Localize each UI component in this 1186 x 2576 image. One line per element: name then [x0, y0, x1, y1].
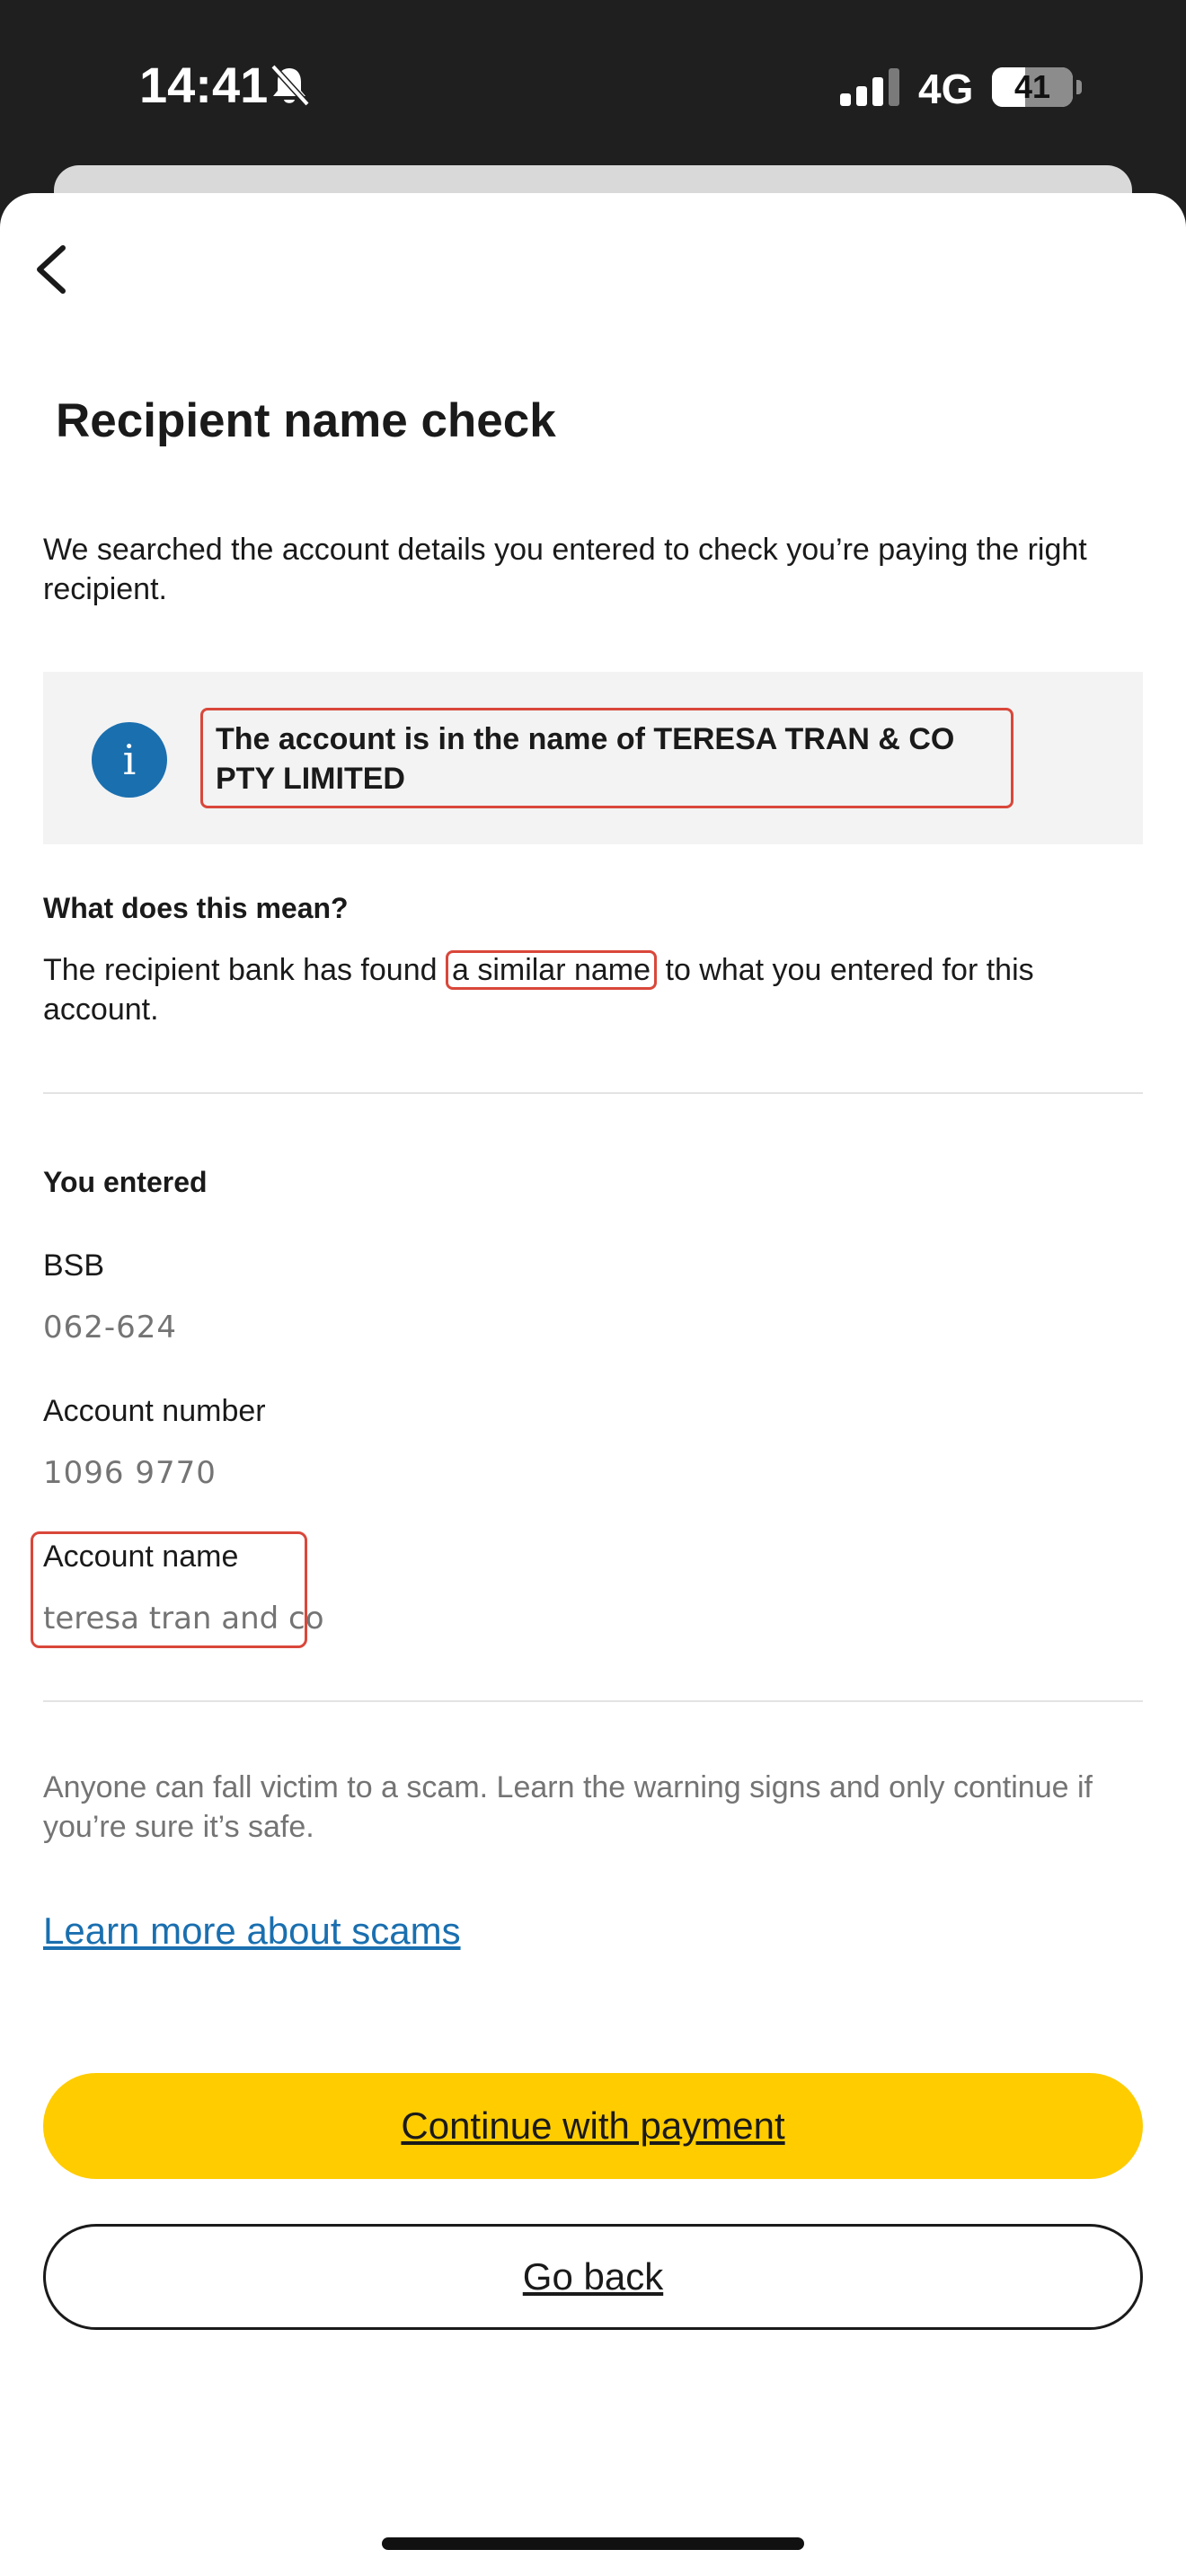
meaning-text: The recipient bank has found a similar n… [43, 950, 1049, 1029]
info-banner: i The account is in the name of TERESA T… [43, 672, 1143, 844]
network-label: 4G [918, 66, 974, 112]
scam-warning-text: Anyone can fall victim to a scam. Learn … [43, 1770, 1093, 1844]
divider [43, 1092, 1143, 1094]
signal-icon [840, 68, 899, 106]
account-number-label: Account number [43, 1394, 266, 1428]
entered-heading: You entered [43, 1166, 208, 1198]
page-title: Recipient name check [56, 394, 556, 447]
home-indicator [382, 2537, 804, 2550]
bell-slash-icon [270, 64, 310, 107]
chevron-left-icon[interactable] [27, 234, 81, 305]
account-number-value: 1096 9770 [43, 1455, 217, 1491]
battery-icon: 41 [992, 67, 1073, 107]
meaning-text-before: The recipient bank has found [43, 953, 446, 987]
info-message-highlight: The account is in the name of TERESA TRA… [200, 708, 1013, 808]
learn-more-scams-link[interactable]: Learn more about scams [43, 1910, 461, 1953]
go-back-button[interactable]: Go back [43, 2224, 1143, 2330]
account-name-label: Account name [43, 1539, 239, 1574]
info-icon: i [92, 722, 167, 798]
info-message: The account is in the name of TERESA TRA… [216, 722, 955, 796]
divider [43, 1700, 1143, 1702]
battery-cap [1076, 80, 1082, 94]
intro-text: We searched the account details you ente… [43, 533, 1087, 606]
bsb-label: BSB [43, 1248, 105, 1283]
bsb-value: 062-624 [43, 1310, 178, 1345]
meaning-heading: What does this mean? [43, 892, 349, 924]
continue-with-payment-button[interactable]: Continue with payment [43, 2073, 1143, 2179]
status-time: 14:41 [139, 57, 269, 113]
similar-name-highlight: a similar name [445, 950, 658, 990]
battery-level: 41 [1013, 68, 1051, 105]
account-name-value: teresa tran and co [43, 1601, 324, 1636]
status-bar: 14:41 4G 41 [0, 0, 1186, 171]
